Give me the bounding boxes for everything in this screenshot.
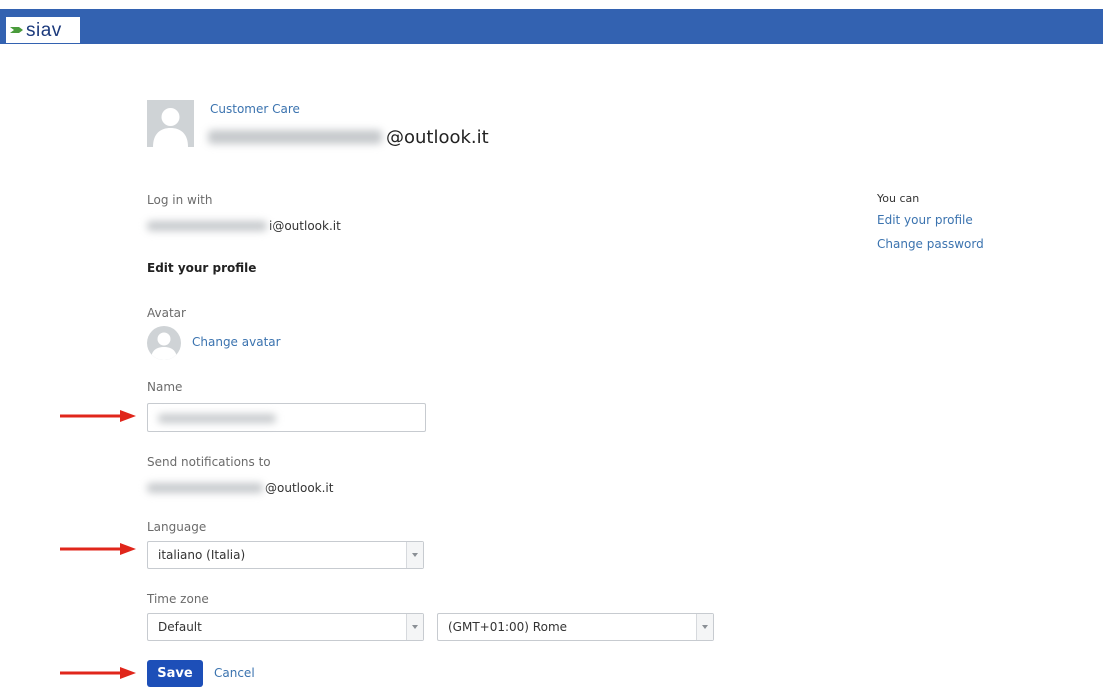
timezone-zone-selected: (GMT+01:00) Rome [448,620,568,634]
change-avatar-link[interactable]: Change avatar [192,335,281,349]
user-silhouette-icon [151,332,177,360]
login-email-suffix: i@outlook.it [269,219,341,233]
login-label: Log in with [147,193,213,207]
avatar-label: Avatar [147,306,186,320]
name-input[interactable] [147,403,426,432]
save-button[interactable]: Save [147,660,203,687]
arrow-right-icon [60,410,136,422]
language-label: Language [147,520,207,534]
section-title: Edit your profile [147,261,257,275]
chevron-down-icon [406,614,423,640]
small-avatar [147,326,181,360]
notifications-email-suffix: @outlook.it [265,481,334,495]
arrow-right-icon [60,667,136,679]
org-link[interactable]: Customer Care [210,102,300,116]
redacted-email [147,483,263,493]
header-email: @outlook.it [208,125,489,149]
chevron-down-icon [696,614,713,640]
chevron-down-icon [406,542,423,568]
header-email-suffix: @outlook.it [386,126,489,148]
login-email: i@outlook.it [147,219,341,233]
arrow-right-icon [60,543,136,555]
redacted-email [147,221,267,231]
notifications-email: @outlook.it [147,481,333,495]
name-label: Name [147,380,183,394]
top-bar: siav [0,9,1103,44]
timezone-region-select[interactable]: Default [147,613,424,641]
language-select[interactable]: italiano (Italia) [147,541,424,569]
timezone-region-selected: Default [158,620,202,634]
timezone-label: Time zone [147,592,209,606]
profile-avatar [147,100,194,147]
redacted-email [208,130,382,144]
logo-mark-icon [10,27,23,33]
sidebar-heading: You can [877,192,920,205]
user-silhouette-icon [153,108,188,147]
cancel-link[interactable]: Cancel [214,666,255,680]
language-selected: italiano (Italia) [158,548,246,562]
redacted-name [158,414,276,423]
siav-logo[interactable]: siav [6,17,80,43]
timezone-zone-select[interactable]: (GMT+01:00) Rome [437,613,714,641]
notifications-label: Send notifications to [147,455,271,469]
sidebar-edit-profile-link[interactable]: Edit your profile [877,213,973,227]
sidebar-change-password-link[interactable]: Change password [877,237,984,251]
logo-text: siav [26,19,62,41]
